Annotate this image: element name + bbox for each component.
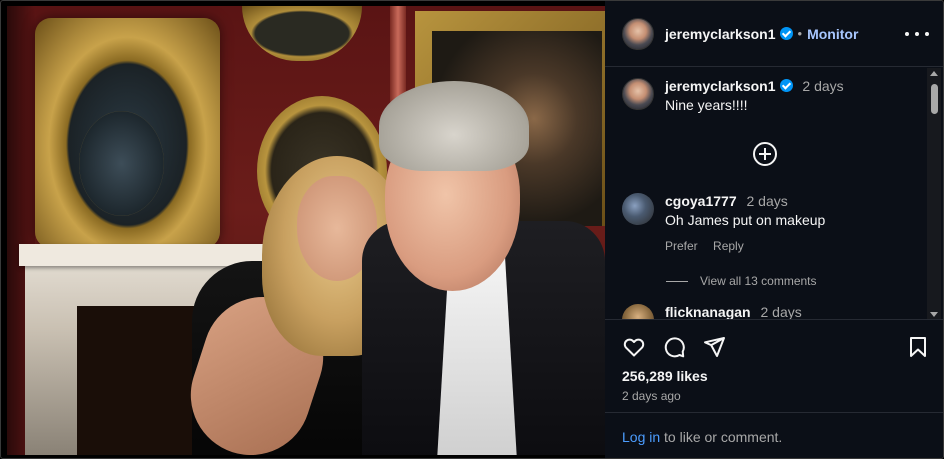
login-prompt-text: to like or comment. — [660, 429, 783, 445]
comment-username[interactable]: cgoya1777 — [665, 193, 737, 209]
comment-time[interactable]: 2 days — [747, 193, 788, 209]
bookmark-icon[interactable] — [906, 335, 930, 359]
likes-count[interactable]: 256,289 likes — [622, 368, 708, 384]
post-photo[interactable] — [7, 6, 605, 455]
caption-text: Nine years!!!! — [665, 97, 748, 113]
login-prompt: Log in to like or comment. — [622, 429, 782, 445]
comments-list[interactable]: jeremyclarkson1 2 days Nine years!!!! cg… — [605, 68, 943, 320]
post-viewer: jeremyclarkson1 • Monitor jeremyclarkson… — [0, 0, 944, 459]
comment-reply-button[interactable]: Reply — [713, 239, 744, 253]
heart-icon[interactable] — [622, 335, 646, 359]
scroll-down-icon[interactable] — [930, 312, 938, 317]
more-options-icon[interactable] — [905, 23, 929, 45]
caption-avatar[interactable] — [622, 78, 654, 110]
view-all-comments-button[interactable]: View all 13 comments — [666, 274, 817, 288]
post-header: jeremyclarkson1 • Monitor — [605, 1, 943, 67]
post-caption: jeremyclarkson1 2 days Nine years!!!! — [622, 78, 844, 113]
comment-like-button[interactable]: Prefer — [665, 239, 698, 253]
caption-username[interactable]: jeremyclarkson1 — [665, 78, 776, 94]
verified-badge-icon — [779, 26, 793, 40]
commenter-avatar[interactable] — [622, 193, 654, 225]
post-timestamp[interactable]: 2 days ago — [622, 389, 681, 403]
plus-circle-icon[interactable] — [753, 142, 777, 166]
login-link[interactable]: Log in — [622, 429, 660, 445]
comment-item: flicknanagan 2 days — [622, 304, 802, 319]
send-icon[interactable] — [702, 335, 726, 359]
post-actions — [622, 335, 930, 361]
post-side-panel: jeremyclarkson1 • Monitor jeremyclarkson… — [605, 1, 943, 458]
comment-username[interactable]: flicknanagan — [665, 304, 751, 319]
comment-time[interactable]: 2 days — [760, 304, 801, 319]
commenter-avatar[interactable] — [622, 304, 654, 319]
comment-icon[interactable] — [662, 335, 686, 359]
follow-button[interactable]: Monitor — [807, 26, 858, 42]
author-avatar[interactable] — [622, 17, 654, 50]
comment-item: cgoya1777 2 days Oh James put on makeup … — [622, 193, 825, 253]
verified-badge-icon — [779, 79, 793, 92]
author-username[interactable]: jeremyclarkson1 — [665, 26, 793, 42]
divider — [605, 412, 943, 413]
header-separator: • — [797, 26, 803, 41]
comments-scrollbar[interactable] — [927, 68, 941, 319]
caption-time[interactable]: 2 days — [802, 78, 843, 94]
scrollbar-thumb[interactable] — [931, 84, 938, 114]
scroll-up-icon[interactable] — [930, 71, 938, 76]
comment-text: Oh James put on makeup — [665, 212, 826, 228]
